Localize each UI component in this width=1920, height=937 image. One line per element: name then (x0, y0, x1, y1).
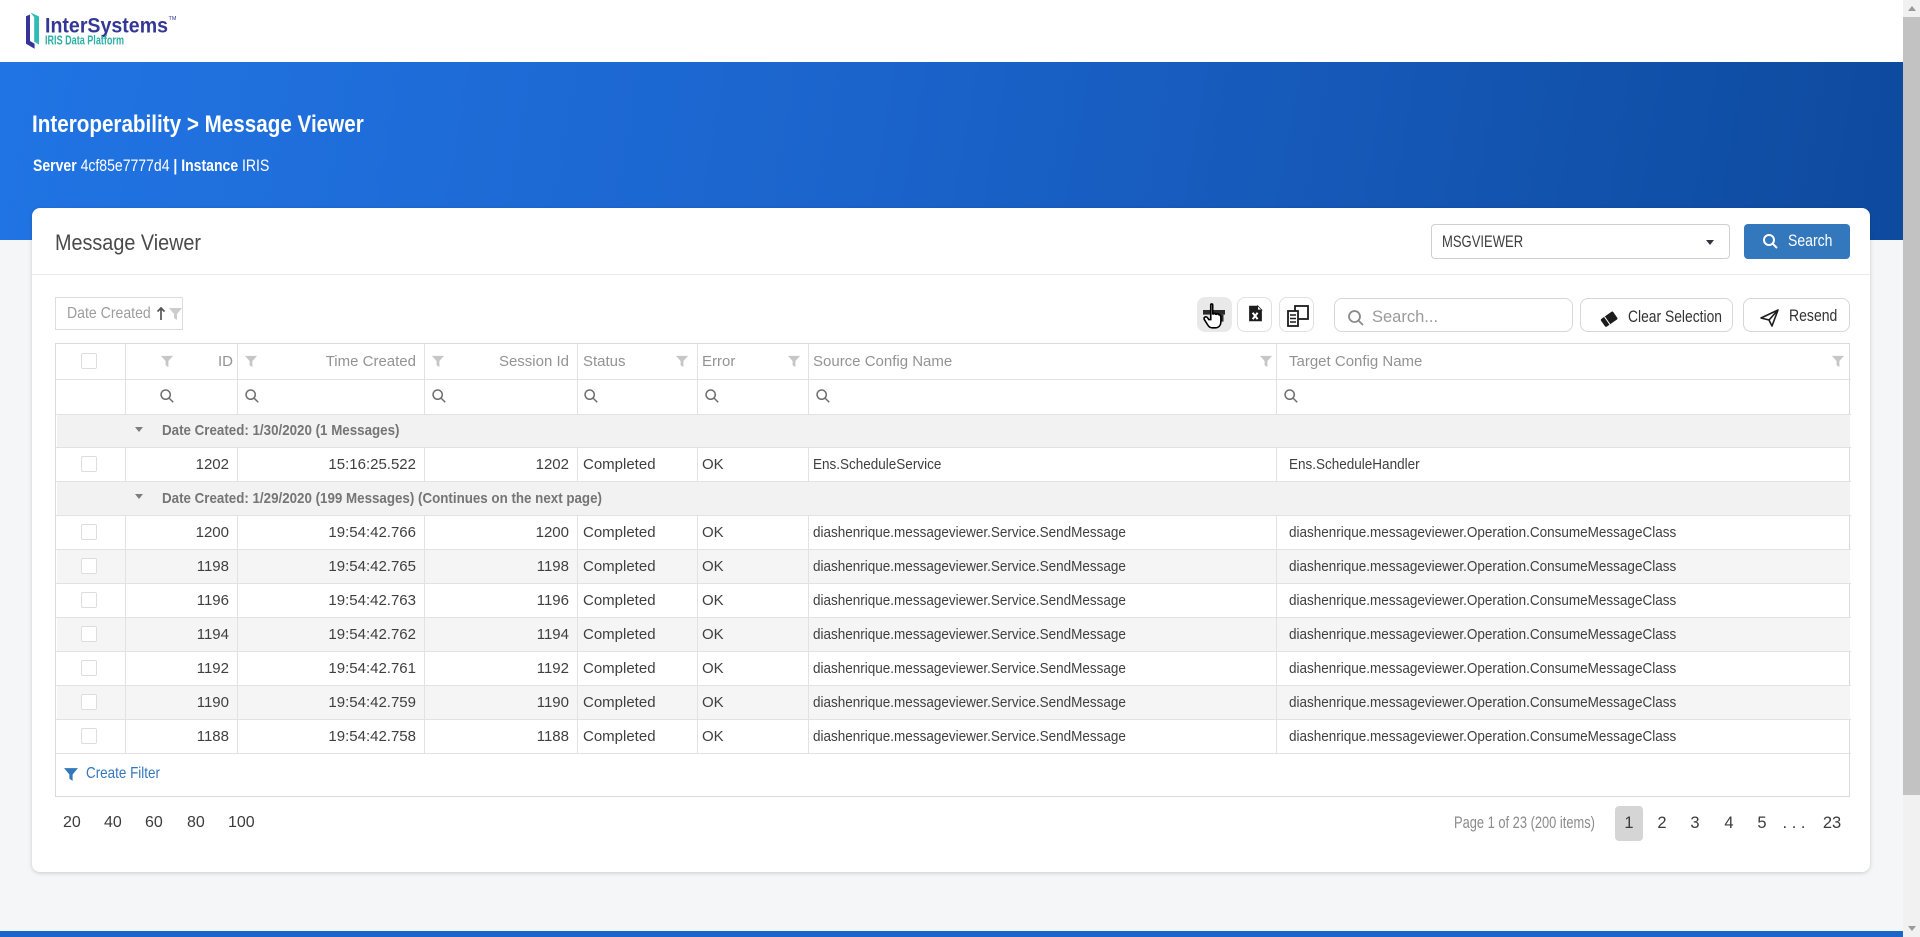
svg-text:TM: TM (169, 16, 177, 22)
svg-text:IRIS Data Platform: IRIS Data Platform (45, 34, 124, 48)
